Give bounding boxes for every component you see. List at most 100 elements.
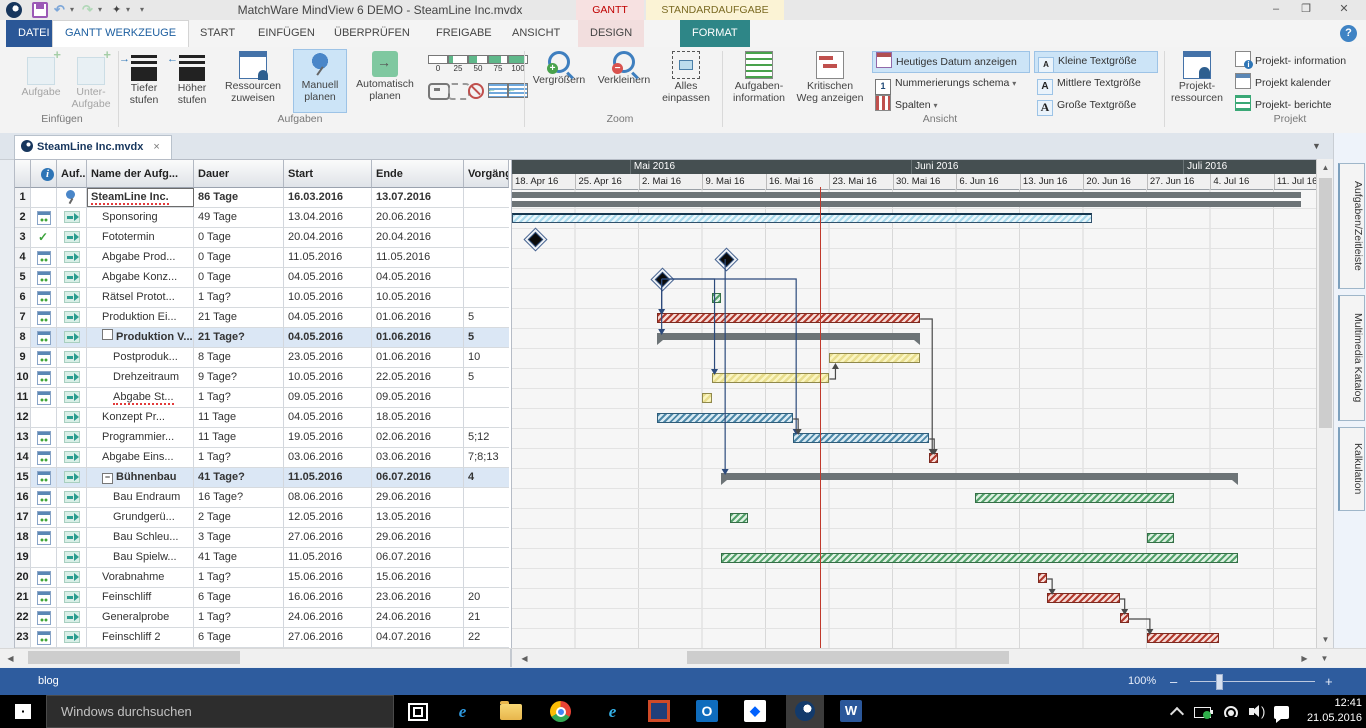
- info-cell[interactable]: [31, 468, 57, 487]
- unlink-icon[interactable]: [448, 83, 470, 100]
- internet-explorer-icon[interactable]: e: [600, 699, 625, 724]
- taskbar-search-input[interactable]: Windows durchsuchen: [46, 695, 394, 728]
- duration-cell[interactable]: 8 Tage: [194, 348, 284, 367]
- chart-scroll-left-icon[interactable]: ◀: [516, 654, 533, 663]
- table-row[interactable]: 6Rätsel Protot...1 Tag?10.05.201610.05.2…: [15, 288, 509, 308]
- progress-75-button[interactable]: 75: [488, 55, 508, 72]
- end-date-cell[interactable]: 06.07.2016: [372, 548, 464, 567]
- table-scroll-thumb[interactable]: [28, 651, 240, 664]
- progress-100-button[interactable]: 100: [508, 55, 528, 72]
- task-name-cell[interactable]: Bau Spielw...: [87, 548, 194, 567]
- plan-mode-cell[interactable]: [57, 188, 87, 207]
- expand-box-icon[interactable]: [102, 329, 113, 340]
- ribbon-tab-freigabe[interactable]: FREIGABE: [424, 20, 504, 47]
- projekt-berichte-button[interactable]: Projekt- berichte: [1232, 95, 1362, 115]
- task-name-cell[interactable]: Postproduk...: [87, 348, 194, 367]
- info-cell[interactable]: [31, 348, 57, 367]
- zoom-slider-track[interactable]: [1190, 681, 1315, 682]
- info-cell[interactable]: [31, 208, 57, 227]
- table-row[interactable]: 13Programmier...11 Tage19.05.201602.06.2…: [15, 428, 509, 448]
- duration-cell[interactable]: 3 Tage: [194, 528, 284, 547]
- task-name-cell[interactable]: Feinschliff: [87, 588, 194, 607]
- predecessor-cell[interactable]: [464, 488, 509, 507]
- predecessor-cell[interactable]: [464, 268, 509, 287]
- notification-icon[interactable]: [1274, 706, 1289, 719]
- plan-mode-cell[interactable]: [57, 628, 87, 647]
- column-header-0[interactable]: [15, 160, 31, 188]
- start-date-cell[interactable]: 23.05.2016: [284, 348, 372, 367]
- info-cell[interactable]: [31, 388, 57, 407]
- plan-mode-cell[interactable]: [57, 288, 87, 307]
- pane-splitter[interactable]: [510, 649, 512, 667]
- duration-cell[interactable]: 16 Tage?: [194, 488, 284, 507]
- file-explorer-icon[interactable]: [500, 704, 522, 720]
- end-date-cell[interactable]: 13.05.2016: [372, 508, 464, 527]
- task-name-cell[interactable]: Fototermin: [87, 228, 194, 247]
- task-name-cell[interactable]: Vorabnahme: [87, 568, 194, 587]
- info-cell[interactable]: [31, 308, 57, 327]
- predecessor-cell[interactable]: 5: [464, 328, 509, 347]
- task-name-cell[interactable]: Feinschliff 2: [87, 628, 194, 647]
- start-button[interactable]: [0, 695, 46, 728]
- plan-mode-cell[interactable]: [57, 208, 87, 227]
- info-cell[interactable]: [31, 488, 57, 507]
- plan-mode-cell[interactable]: [57, 488, 87, 507]
- start-date-cell[interactable]: 10.05.2016: [284, 288, 372, 307]
- ribbon-tab-start[interactable]: START: [188, 20, 247, 47]
- duration-cell[interactable]: 1 Tag?: [194, 388, 284, 407]
- duration-cell[interactable]: 41 Tage?: [194, 468, 284, 487]
- info-cell[interactable]: [31, 408, 57, 427]
- duration-cell[interactable]: 2 Tage: [194, 508, 284, 527]
- column-header-2[interactable]: Auf...: [57, 160, 87, 188]
- duration-cell[interactable]: 9 Tage?: [194, 368, 284, 387]
- predecessor-cell[interactable]: 4: [464, 468, 509, 487]
- zoom-in-button[interactable]: +: [1325, 674, 1333, 689]
- scroll-down-icon[interactable]: ▼: [1316, 654, 1333, 663]
- chrome-icon[interactable]: [550, 701, 571, 722]
- plan-mode-cell[interactable]: [57, 328, 87, 347]
- plan-mode-cell[interactable]: [57, 268, 87, 287]
- close-tab-icon[interactable]: ×: [153, 141, 159, 153]
- edge-icon[interactable]: e: [450, 699, 475, 724]
- minimize-button[interactable]: –: [1266, 2, 1286, 17]
- end-date-cell[interactable]: 06.07.2016: [372, 468, 464, 487]
- plan-mode-cell[interactable]: [57, 508, 87, 527]
- plan-mode-cell[interactable]: [57, 308, 87, 327]
- end-date-cell[interactable]: 01.06.2016: [372, 308, 464, 327]
- table-row[interactable]: 21Feinschliff6 Tage16.06.201623.06.20162…: [15, 588, 509, 608]
- plan-mode-cell[interactable]: [57, 228, 87, 247]
- predecessor-cell[interactable]: [464, 408, 509, 427]
- mittlere-textgroesse-button[interactable]: AMittlere Textgröße: [1034, 73, 1160, 93]
- verkleinern-button[interactable]: − Verkleinern: [592, 49, 656, 111]
- predecessor-cell[interactable]: [464, 508, 509, 527]
- predecessor-cell[interactable]: 5: [464, 368, 509, 387]
- table-row[interactable]: 14Abgabe Eins...1 Tag?03.06.201603.06.20…: [15, 448, 509, 468]
- plan-mode-cell[interactable]: [57, 428, 87, 447]
- predecessor-cell[interactable]: [464, 188, 509, 207]
- predecessor-cell[interactable]: 22: [464, 628, 509, 647]
- predecessor-cell[interactable]: 5: [464, 308, 509, 327]
- scroll-up-icon[interactable]: ▲: [1317, 163, 1334, 172]
- predecessor-cell[interactable]: [464, 208, 509, 227]
- task-name-cell[interactable]: Abgabe Eins...: [87, 448, 194, 467]
- start-date-cell[interactable]: 24.06.2016: [284, 608, 372, 627]
- plan-mode-cell[interactable]: [57, 388, 87, 407]
- task-name-cell[interactable]: Sponsoring: [87, 208, 194, 227]
- duration-cell[interactable]: 0 Tage: [194, 248, 284, 267]
- start-date-cell[interactable]: 11.05.2016: [284, 548, 372, 567]
- table-row[interactable]: 20Vorabnahme1 Tag?15.06.201615.06.2016: [15, 568, 509, 588]
- start-date-cell[interactable]: 10.05.2016: [284, 368, 372, 387]
- duration-cell[interactable]: 6 Tage: [194, 588, 284, 607]
- column-header-6[interactable]: Ende: [372, 160, 464, 188]
- start-date-cell[interactable]: 08.06.2016: [284, 488, 372, 507]
- ribbon-tab-überprüfen[interactable]: ÜBERPRÜFEN: [322, 20, 422, 47]
- table-row[interactable]: 10Drehzeitraum9 Tage?10.05.201622.05.201…: [15, 368, 509, 388]
- end-date-cell[interactable]: 29.06.2016: [372, 528, 464, 547]
- end-date-cell[interactable]: 02.06.2016: [372, 428, 464, 447]
- mindview-taskbar-icon[interactable]: [786, 695, 824, 728]
- start-date-cell[interactable]: 03.06.2016: [284, 448, 372, 467]
- task-name-cell[interactable]: Drehzeitraum: [87, 368, 194, 387]
- table-row[interactable]: 16Bau Endraum16 Tage?08.06.201629.06.201…: [15, 488, 509, 508]
- info-cell[interactable]: [31, 608, 57, 627]
- predecessor-cell[interactable]: 5;12: [464, 428, 509, 447]
